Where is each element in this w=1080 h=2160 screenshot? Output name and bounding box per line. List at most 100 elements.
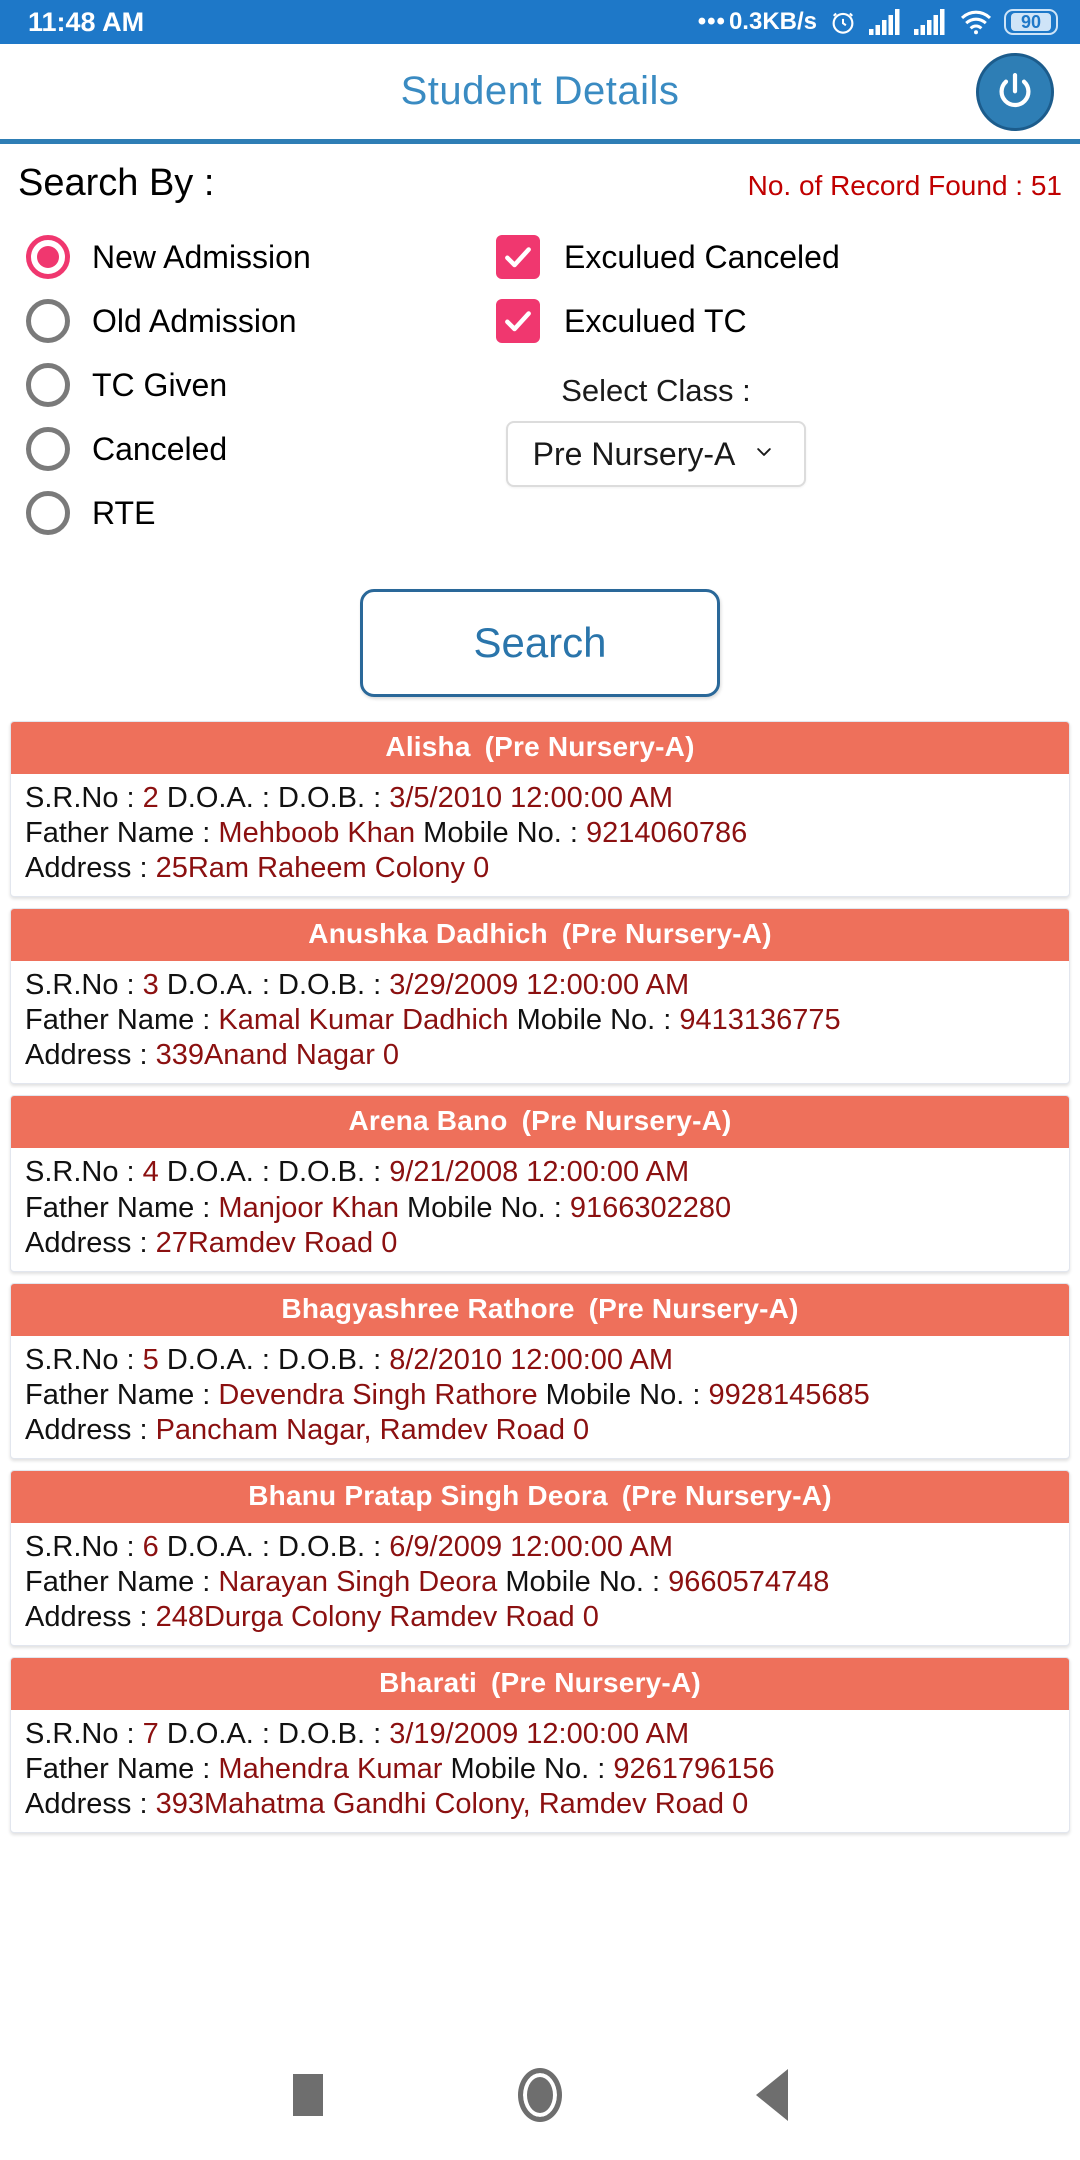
checkbox-checked-icon[interactable]	[496, 235, 540, 279]
student-card-body: S.R.No : 4 D.O.A. : D.O.B. : 9/21/2008 1…	[11, 1148, 1069, 1270]
mobile-label: Mobile No. :	[537, 1378, 709, 1411]
address-label: Address :	[25, 1788, 156, 1821]
student-class: (Pre Nursery-A)	[521, 1105, 732, 1137]
father-name-value: Mehboob Khan	[218, 817, 416, 850]
father-name-value: Manjoor Khan	[218, 1191, 399, 1224]
student-line-address: Address : 393Mahatma Gandhi Colony, Ramd…	[25, 1787, 1055, 1822]
select-class-label: Select Class :	[561, 373, 751, 408]
student-card-header: Alisha (Pre Nursery-A)	[11, 722, 1069, 774]
student-name: Bharati	[379, 1667, 477, 1699]
dob-value: 8/2/2010 12:00:00 AM	[389, 1343, 674, 1376]
student-name: Alisha	[385, 731, 471, 762]
student-card[interactable]: Anushka Dadhich (Pre Nursery-A) S.R.No : 3…	[10, 908, 1070, 1085]
doa-label: D.O.A. :	[158, 1156, 279, 1189]
srno-value: 2	[142, 782, 159, 814]
status-bar-clock: 11:48 AM	[28, 6, 145, 37]
student-line-address: Address : 25Ram Raheem Colony 0	[25, 851, 1055, 886]
father-name-label: Father Name :	[25, 1004, 219, 1037]
father-name-value: Devendra Singh Rathore	[218, 1378, 538, 1411]
mobile-label: Mobile No. :	[497, 1566, 669, 1599]
radio-label: Old Admission	[92, 302, 297, 339]
search-options: New Admission Old Admission TC Given Can…	[0, 205, 1080, 545]
srno-value: 4	[142, 1156, 159, 1189]
android-navigation-bar	[0, 2028, 1080, 2160]
recents-button[interactable]	[192, 2073, 424, 2116]
student-card[interactable]: Bharati (Pre Nursery-A) S.R.No : 7 D.O.A. …	[10, 1657, 1070, 1834]
student-list[interactable]: Alisha (Pre Nursery-A) S.R.No : 2 D.O.A. :…	[0, 721, 1080, 1834]
mobile-label: Mobile No. :	[442, 1753, 614, 1786]
doa-label: D.O.A. :	[158, 1530, 279, 1563]
address-value: Pancham Nagar, Ramdev Road 0	[155, 1413, 590, 1446]
father-name-label: Father Name :	[25, 1753, 219, 1786]
father-name-label: Father Name :	[25, 817, 219, 850]
student-card-header: Bhagyashree Rathore (Pre Nursery-A)	[11, 1283, 1069, 1336]
radio-button-icon[interactable]	[26, 235, 70, 279]
mobile-value: 9660574748	[668, 1566, 830, 1599]
father-name-label: Father Name :	[25, 1378, 219, 1411]
radio-button-icon[interactable]	[26, 299, 70, 343]
radio-option-rte[interactable]: RTE	[26, 481, 470, 545]
student-card-header: Anushka Dadhich (Pre Nursery-A)	[11, 909, 1069, 962]
dob-value: 3/19/2009 12:00:00 AM	[389, 1718, 690, 1751]
radio-label: RTE	[92, 494, 156, 531]
address-label: Address :	[25, 1601, 156, 1634]
select-class-dropdown[interactable]: Pre Nursery-A	[506, 421, 806, 487]
search-button-container: Search	[0, 589, 1080, 697]
student-class: (Pre Nursery-A)	[621, 1479, 832, 1511]
mobile-value: 9214060786	[585, 817, 748, 850]
srno-label: S.R.No :	[25, 1718, 143, 1751]
student-card-body: S.R.No : 6 D.O.A. : D.O.B. : 6/9/2009 12…	[11, 1523, 1069, 1645]
radio-button-icon[interactable]	[26, 491, 70, 535]
dob-label: D.O.B. :	[278, 782, 390, 814]
address-value: 393Mahatma Gandhi Colony, Ramdev Road 0	[155, 1788, 749, 1821]
dob-value: 3/29/2009 12:00:00 AM	[389, 969, 690, 1002]
checkbox-exclude-canceled[interactable]: Exculued Canceled	[496, 225, 1080, 289]
search-by-label: Search By :	[18, 162, 215, 204]
address-label: Address :	[25, 852, 156, 885]
student-card-body: S.R.No : 2 D.O.A. : D.O.B. : 3/5/2010 12…	[11, 774, 1069, 896]
student-line-srno-dob: S.R.No : 4 D.O.A. : D.O.B. : 9/21/2008 1…	[25, 1155, 1055, 1190]
student-name: Bhanu Pratap Singh Deora	[248, 1479, 608, 1511]
radio-label: New Admission	[92, 238, 311, 275]
search-button[interactable]: Search	[360, 589, 720, 697]
checkbox-label: Exculued TC	[564, 302, 747, 339]
student-card[interactable]: Arena Bano (Pre Nursery-A) S.R.No : 4 D.O.…	[10, 1095, 1070, 1272]
student-line-father-mobile: Father Name : Kamal Kumar Dadhich Mobile…	[25, 1003, 1055, 1038]
filter-options: Exculued Canceled Exculued TC Select Cla…	[470, 225, 1080, 545]
radio-option-new-admission[interactable]: New Admission	[26, 225, 470, 289]
student-line-address: Address : Pancham Nagar, Ramdev Road 0	[25, 1413, 1055, 1448]
student-card-header: Bhanu Pratap Singh Deora (Pre Nursery-A)	[11, 1470, 1069, 1523]
status-bar: 11:48 AM ••• 0.3KB/s 90	[0, 0, 1080, 44]
student-card[interactable]: Bhanu Pratap Singh Deora (Pre Nursery-A) S…	[10, 1469, 1070, 1647]
mobile-value: 9413136775	[679, 1004, 841, 1037]
network-speed-value: 0.3KB/s	[728, 8, 817, 35]
address-value: 25Ram Raheem Colony 0	[155, 852, 490, 885]
checkbox-label: Exculued Canceled	[564, 238, 840, 275]
father-name-label: Father Name :	[25, 1566, 219, 1599]
dob-value: 6/9/2009 12:00:00 AM	[389, 1530, 674, 1563]
address-label: Address :	[25, 1039, 156, 1072]
student-card[interactable]: Alisha (Pre Nursery-A) S.R.No : 2 D.O.A. :…	[10, 721, 1070, 898]
dob-value: 9/21/2008 12:00:00 AM	[389, 1156, 690, 1189]
radio-option-old-admission[interactable]: Old Admission	[26, 289, 470, 353]
student-line-address: Address : 27Ramdev Road 0	[25, 1226, 1055, 1261]
student-list-viewport[interactable]: Alisha (Pre Nursery-A) S.R.No : 2 D.O.A. :…	[0, 697, 1080, 2160]
back-button[interactable]	[656, 2068, 888, 2121]
srno-label: S.R.No :	[25, 969, 143, 1002]
radio-option-tc-given[interactable]: TC Given	[26, 353, 470, 417]
home-button[interactable]	[424, 2067, 656, 2122]
address-value: 248Durga Colony Ramdev Road 0	[155, 1601, 599, 1634]
student-card[interactable]: Bhagyashree Rathore (Pre Nursery-A) S.R.No…	[10, 1282, 1070, 1459]
logout-power-button[interactable]	[976, 52, 1054, 131]
radio-button-icon[interactable]	[26, 427, 70, 471]
radio-button-icon[interactable]	[26, 363, 70, 407]
student-name: Bhagyashree Rathore	[281, 1292, 575, 1324]
radio-option-canceled[interactable]: Canceled	[26, 417, 470, 481]
mobile-label: Mobile No. :	[508, 1004, 680, 1037]
checkbox-exclude-tc[interactable]: Exculued TC	[496, 289, 1080, 353]
doa-label: D.O.A. :	[158, 969, 279, 1002]
student-name: Arena Bano	[348, 1105, 508, 1137]
checkbox-checked-icon[interactable]	[496, 299, 540, 343]
dob-label: D.O.B. :	[278, 969, 390, 1002]
student-class: (Pre Nursery-A)	[588, 1292, 799, 1324]
